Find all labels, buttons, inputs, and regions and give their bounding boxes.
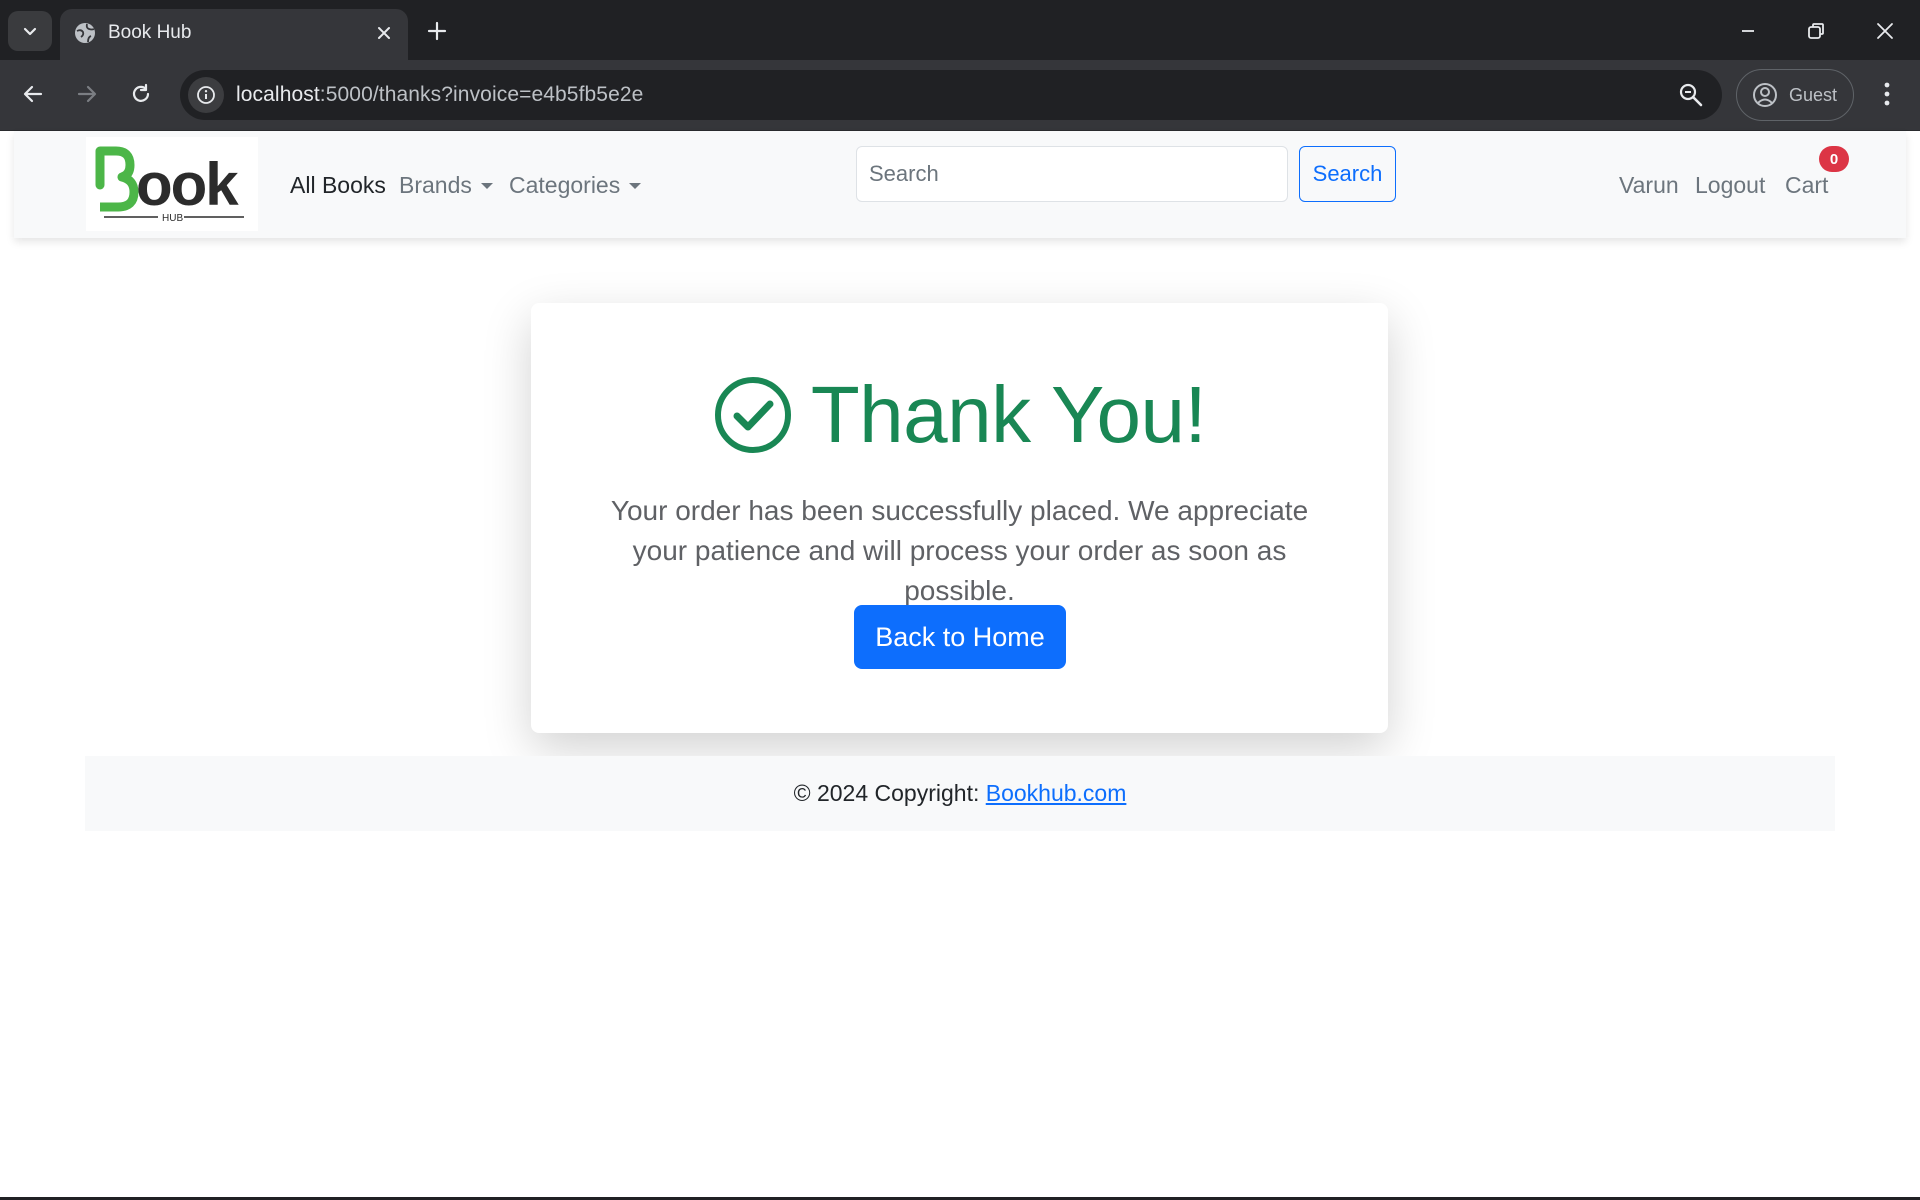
tab-title: Book Hub [108,22,192,43]
nav-brands-label: Brands [399,172,472,198]
nav-categories-label: Categories [509,172,621,198]
bookhub-logo[interactable]: ook HUB [86,137,258,231]
order-confirmation-card: Thank You! Your order has been successfu… [531,303,1388,733]
nav-cart[interactable]: Cart [1785,172,1828,199]
tab-close-button[interactable] [372,21,396,45]
nav-categories-dropdown[interactable]: Categories [509,172,642,199]
profile-label: Guest [1789,84,1838,105]
close-icon [378,27,390,39]
footer-copyright: © 2024 Copyright: [793,780,986,806]
caret-down-icon [480,183,493,189]
close-window-button[interactable] [1868,14,1902,48]
minimize-icon [1742,30,1754,32]
nav-user-varun[interactable]: Varun [1619,172,1679,199]
logo-wordmark: ook [136,151,239,218]
page-title: Thank You! [810,370,1207,459]
restore-button[interactable] [1799,14,1833,48]
close-icon [1877,23,1893,39]
nav-all-books[interactable]: All Books [290,172,386,199]
check-circle-icon [714,377,791,453]
nav-logout[interactable]: Logout [1695,172,1765,199]
footer-link[interactable]: Bookhub.com [986,780,1127,806]
globe-icon [75,23,95,43]
browser-toolbar: localhost:5000/thanks?invoice=e4b5fb5e2e… [0,60,1920,131]
search-button[interactable]: Search [1299,146,1396,202]
profile-button[interactable]: Guest [1736,69,1854,121]
confirmation-message: Your order has been successfully placed.… [610,495,1309,606]
caret-down-icon [629,183,642,189]
tab-search-button[interactable] [8,11,52,51]
url-host: localhost [236,83,320,106]
url-path: :5000/thanks?invoice=e4b5fb5e2e [319,83,644,106]
forward-button[interactable] [67,74,107,114]
search-input[interactable] [856,146,1288,202]
profile-icon [1753,83,1777,107]
address-bar[interactable]: localhost:5000/thanks?invoice=e4b5fb5e2e [180,70,1722,120]
reload-icon [132,83,150,102]
reload-button[interactable] [121,74,161,114]
more-vert-icon [1884,82,1890,106]
tab-list-icon [23,27,37,36]
browser-tab[interactable]: Book Hub [60,9,408,60]
site-footer: © 2024 Copyright: Bookhub.com [85,756,1835,831]
thank-you-heading: Thank You! [531,375,1388,455]
info-icon [197,86,215,104]
nav-brands-dropdown[interactable]: Brands [399,172,493,199]
site-info-button[interactable] [188,77,224,113]
restore-icon [1808,23,1824,39]
zoom-icon[interactable] [1678,82,1704,108]
minimize-button[interactable] [1731,14,1765,48]
logo-image: ook HUB [95,146,244,224]
new-tab-button[interactable] [422,16,452,46]
back-button[interactable] [13,74,53,114]
back-to-home-button[interactable]: Back to Home [854,605,1066,669]
browser-menu-button[interactable] [1872,76,1902,112]
cart-count-badge: 0 [1819,146,1849,172]
back-arrow-icon [23,85,43,103]
plus-icon [427,21,447,41]
url-text[interactable]: localhost:5000/thanks?invoice=e4b5fb5e2e [236,83,643,107]
site-navbar: ook HUB All Books Brands Categories Sear… [14,131,1906,238]
logo-subtext: HUB [162,213,183,224]
forward-arrow-icon [77,85,97,103]
browser-tab-bar: Book Hub [0,0,1920,60]
